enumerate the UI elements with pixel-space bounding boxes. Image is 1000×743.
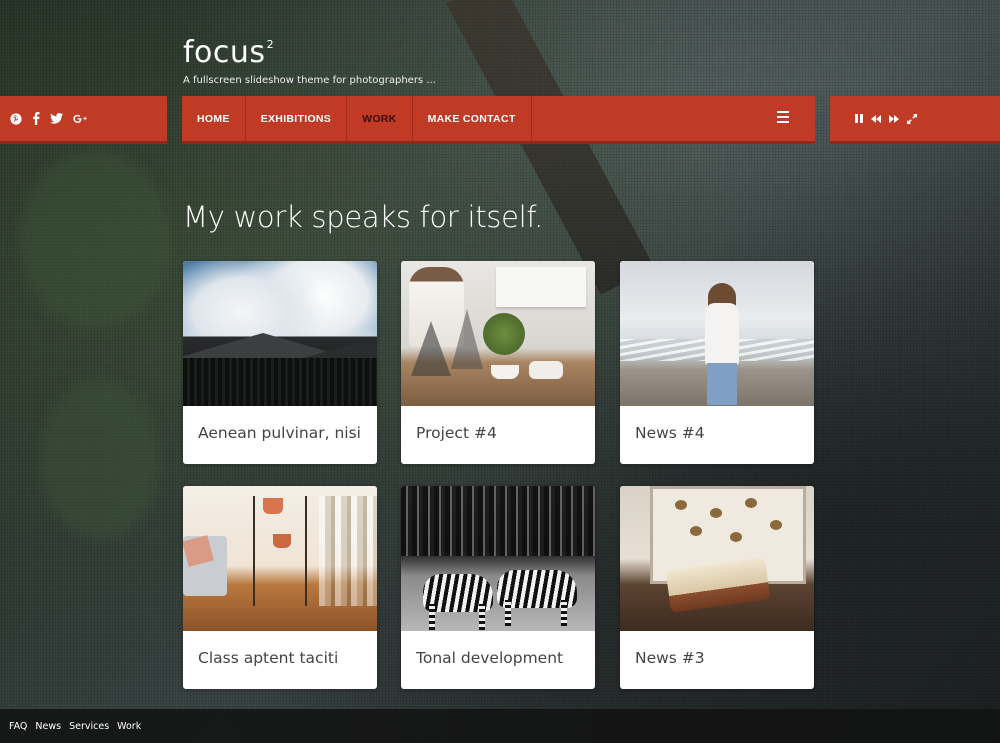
work-card[interactable]: News #4 (620, 261, 814, 464)
nav-item-label: HOME (197, 112, 230, 125)
card-image-book (620, 486, 814, 631)
card-title: Aenean pulvinar, nisi (198, 424, 361, 442)
footer-link-work[interactable]: Work (117, 721, 141, 732)
twitter-icon[interactable] (50, 113, 63, 124)
background-foliage (40, 380, 160, 540)
hamburger-menu-icon[interactable] (777, 111, 789, 126)
slideshow-controls (830, 96, 1000, 144)
work-card[interactable]: News #3 (620, 486, 814, 689)
footer-link-faq[interactable]: FAQ (9, 721, 27, 732)
nav-item-label: WORK (362, 112, 397, 125)
work-card[interactable]: Class aptent taciti (183, 486, 377, 689)
site-tagline: A fullscreen slideshow theme for photogr… (183, 75, 436, 86)
card-title: Tonal development (416, 649, 564, 667)
card-title: Project #4 (416, 424, 497, 442)
fullscreen-icon[interactable] (907, 113, 917, 124)
previous-icon[interactable] (871, 114, 881, 123)
site-title: focus (183, 35, 266, 70)
nav-item-label: EXHIBITIONS (260, 112, 332, 125)
background-beam (446, 0, 654, 295)
card-image-beach (620, 261, 814, 406)
site-title-superscript: 2 (266, 38, 274, 51)
site-logo[interactable]: focus2 (183, 36, 274, 70)
footer-link-services[interactable]: Services (69, 721, 109, 732)
pause-icon[interactable] (855, 114, 863, 123)
background-foliage (20, 150, 170, 330)
page-heading: My work speaks for itself. (183, 200, 544, 234)
card-image-zebras (401, 486, 595, 631)
work-card[interactable]: Tonal development (401, 486, 595, 689)
footer-link-news[interactable]: News (35, 721, 61, 732)
pinterest-icon[interactable] (10, 112, 22, 125)
social-bar (0, 96, 167, 144)
card-image-room (183, 486, 377, 631)
card-image-kitchen (401, 261, 595, 406)
card-image-mountains (183, 261, 377, 406)
google-plus-icon[interactable] (73, 113, 87, 125)
card-title: News #4 (635, 424, 705, 442)
card-title: News #3 (635, 649, 705, 667)
card-title: Class aptent taciti (198, 649, 339, 667)
work-card[interactable]: Project #4 (401, 261, 595, 464)
main-navigation: HOME EXHIBITIONS WORK MAKE CONTACT (182, 96, 815, 144)
nav-item-label: MAKE CONTACT (427, 112, 516, 125)
nav-item-work[interactable]: WORK (347, 96, 413, 141)
work-card[interactable]: Aenean pulvinar, nisi (183, 261, 377, 464)
nav-item-home[interactable]: HOME (182, 96, 246, 141)
footer: FAQ News Services Work (0, 709, 1000, 743)
facebook-icon[interactable] (32, 112, 40, 125)
next-icon[interactable] (889, 114, 899, 123)
nav-item-exhibitions[interactable]: EXHIBITIONS (246, 96, 348, 141)
nav-item-make-contact[interactable]: MAKE CONTACT (413, 96, 532, 141)
